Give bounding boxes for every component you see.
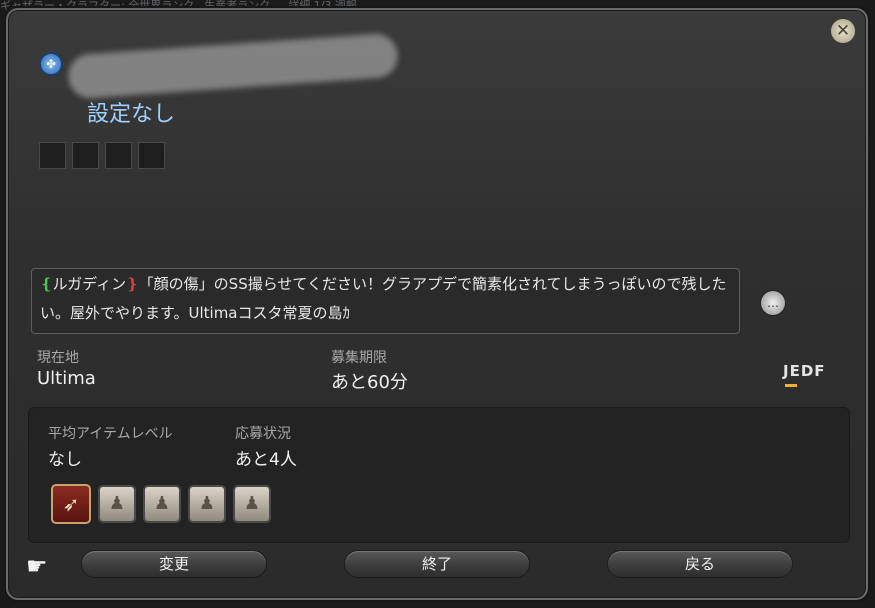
condition-slot: [39, 142, 66, 169]
speech-bubble-icon[interactable]: …: [760, 290, 786, 316]
empty-slot-icon: ♟: [98, 485, 136, 523]
deadline-label: 募集期限: [331, 350, 387, 366]
item-level-value: なし: [48, 450, 82, 470]
party-setting-label: 設定なし: [87, 102, 176, 127]
location-value: Ultima: [37, 368, 96, 389]
empty-slot-icon: ♟: [233, 485, 271, 523]
condition-slot: [72, 142, 99, 169]
party-finder-icon: ✤: [39, 52, 63, 76]
recruitment-comment: ❴ルガディン❵「顔の傷」のSS撮らせてください！グラアプデで簡素化されてしまうっ…: [31, 268, 740, 334]
hand-pointer-icon: ☛: [26, 552, 48, 580]
redacted-player-name: [66, 32, 400, 100]
autotranslate-open-bracket: ❴: [40, 275, 53, 293]
language-tag: JEDF: [783, 362, 826, 387]
empty-slot-icon: ♟: [143, 485, 181, 523]
party-finder-window: ✕ ✤ 設定なし ❴ルガディン❵「顔の傷」のSS撮らせてください！グラアプデで簡…: [6, 8, 868, 600]
condition-slot: [105, 142, 132, 169]
close-icon[interactable]: ✕: [830, 18, 856, 44]
condition-slots: [39, 142, 171, 173]
leader-job-icon: ➶: [51, 484, 91, 524]
autotranslate-term: ルガディン: [52, 275, 127, 293]
deadline-value: あと60分: [331, 372, 408, 393]
location-label: 現在地: [37, 350, 79, 366]
comment-text: 「顔の傷」のSS撮らせてください！グラアプデで簡素化されてしまうっぽいので残した…: [40, 275, 727, 322]
change-button[interactable]: 変更: [81, 550, 267, 578]
application-status-value: あと4人: [235, 450, 297, 470]
item-level-label: 平均アイテムレベル: [48, 426, 173, 442]
empty-slot-icon: ♟: [188, 485, 226, 523]
autotranslate-close-bracket: ❵: [126, 275, 139, 293]
party-slots: ➶ ♟ ♟ ♟ ♟: [51, 484, 278, 524]
condition-slot: [138, 142, 165, 169]
application-status-label: 応募状況: [235, 426, 291, 442]
end-button[interactable]: 終了: [344, 550, 530, 578]
party-status-panel: 平均アイテムレベル なし 応募状況 あと4人 ➶ ♟ ♟ ♟ ♟: [28, 407, 850, 543]
back-button[interactable]: 戻る: [607, 550, 793, 578]
